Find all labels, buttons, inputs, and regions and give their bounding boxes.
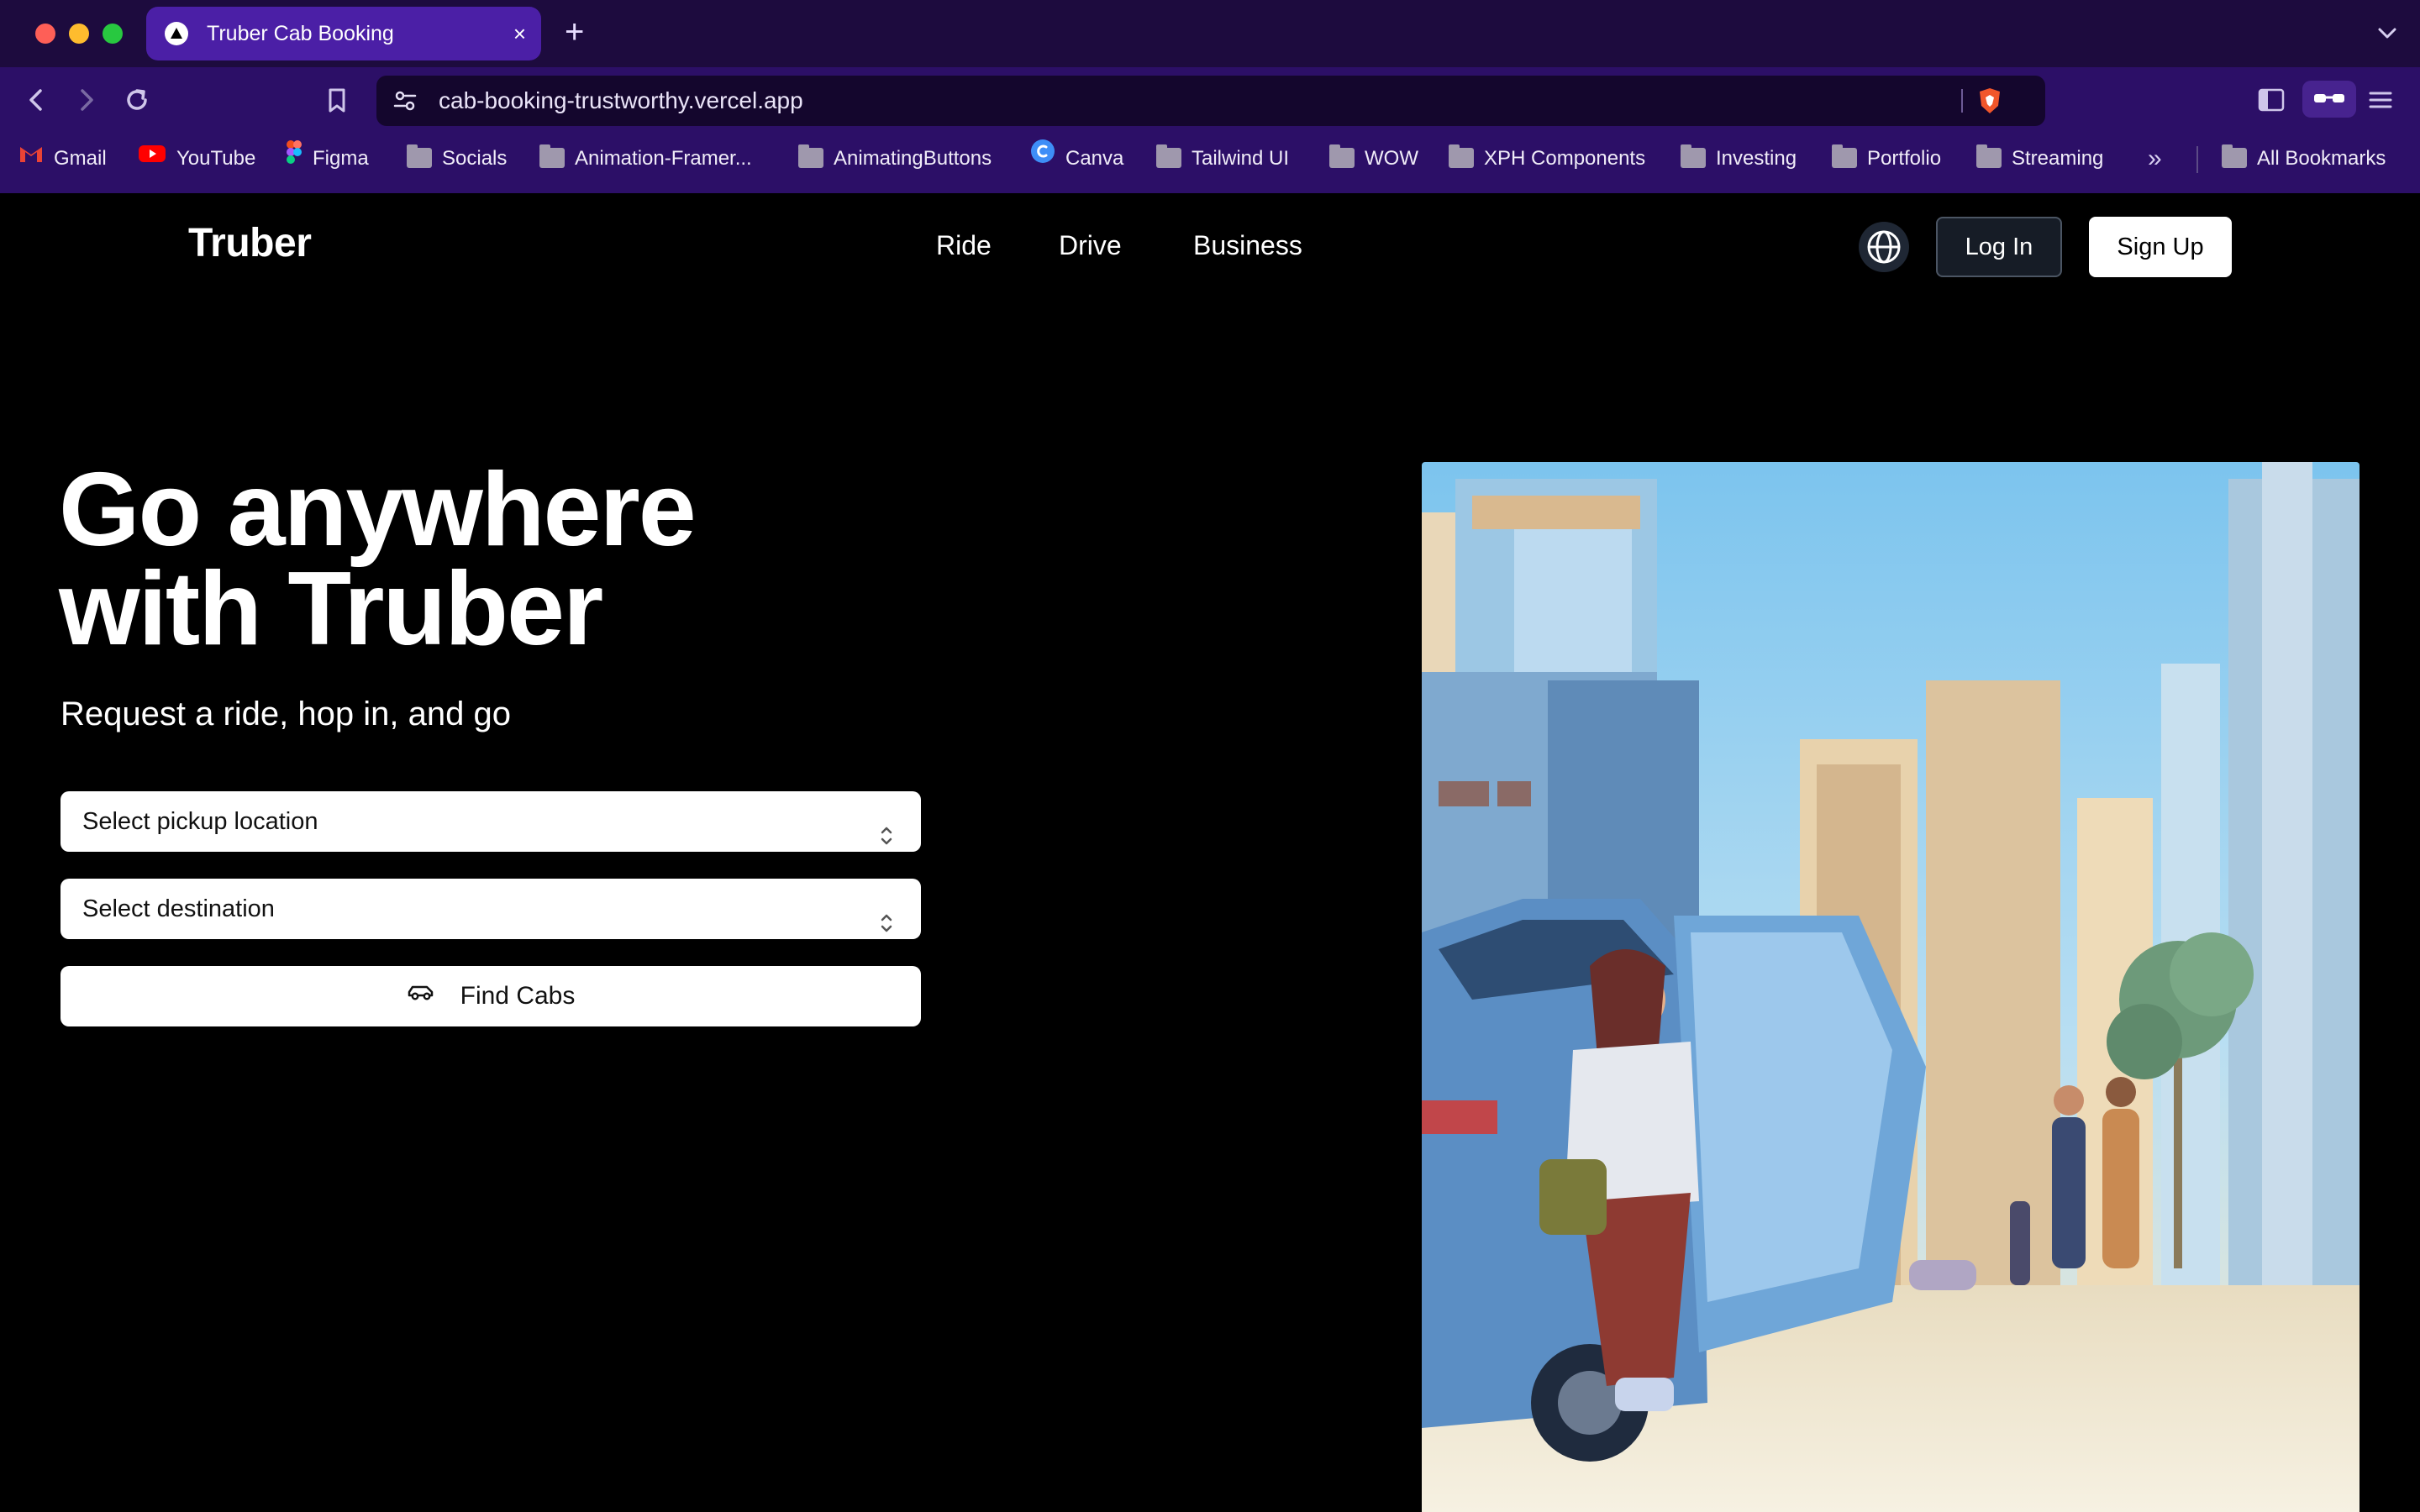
folder-icon [1329, 144, 1355, 168]
bookmarks-overflow-icon[interactable]: » [2148, 133, 2162, 185]
new-tab-button[interactable]: + [565, 13, 584, 50]
brave-shield-icon[interactable] [1975, 86, 2005, 120]
car-icon [407, 964, 435, 1025]
tab-close-icon[interactable]: × [513, 7, 526, 60]
chevron-up-down-icon [877, 897, 896, 958]
reader-mode-icon[interactable] [2302, 81, 2356, 118]
nav-ride[interactable]: Ride [936, 230, 992, 261]
bookmark-icon[interactable] [321, 84, 353, 116]
minimize-window-button[interactable] [69, 24, 89, 44]
destination-placeholder: Select destination [82, 895, 275, 922]
bookmark-figma[interactable]: Figma [286, 133, 369, 185]
bookmark-gmail[interactable]: Gmail [18, 133, 107, 185]
reload-icon[interactable] [121, 84, 153, 116]
find-cabs-label: Find Cabs [460, 982, 576, 1010]
bookmark-folder-animation-framer[interactable]: Animation-Framer... [539, 133, 752, 185]
tab-title: Truber Cab Booking [207, 22, 394, 45]
bookmark-canva[interactable]: Canva [1030, 133, 1123, 185]
folder-icon [1681, 144, 1706, 168]
close-window-button[interactable] [35, 24, 55, 44]
hamburger-menu-icon[interactable] [2366, 86, 2395, 118]
back-arrow-icon[interactable] [20, 84, 52, 116]
maximize-window-button[interactable] [103, 24, 123, 44]
signup-button[interactable]: Sign Up [2089, 217, 2232, 277]
canva-icon [1030, 132, 1055, 184]
bookmark-folder-tailwind-ui[interactable]: Tailwind UI [1156, 133, 1289, 185]
bookmark-youtube[interactable]: YouTube [138, 133, 255, 185]
find-cabs-button[interactable]: Find Cabs [60, 966, 921, 1026]
pickup-placeholder: Select pickup location [82, 808, 318, 835]
hero-illustration [1422, 462, 2360, 1512]
hero-title-line2: with Truber [59, 551, 603, 667]
youtube-icon [138, 132, 166, 184]
browser-toolbar: cab-booking-trustworthy.vercel.app [0, 67, 2420, 133]
globe-icon [1867, 230, 1901, 264]
bookmark-folder-portfolio[interactable]: Portfolio [1832, 133, 1941, 185]
folder-icon [539, 144, 565, 168]
language-button[interactable] [1859, 222, 1909, 272]
pickup-location-select[interactable]: Select pickup location [60, 791, 921, 852]
bookmark-all-bookmarks[interactable]: All Bookmarks [2222, 133, 2386, 185]
folder-icon [1976, 144, 2002, 168]
bookmarks-divider [2196, 146, 2198, 173]
url-divider [1961, 89, 1963, 113]
folder-icon [1449, 144, 1474, 168]
page: Truber Ride Drive Business Log In Sign U… [0, 193, 2420, 1512]
folder-icon [798, 144, 823, 168]
hero-title: Go anywhere with Truber [59, 458, 983, 661]
truber-logo[interactable]: Truber [188, 220, 312, 266]
folder-icon [2222, 144, 2247, 168]
site-settings-icon[interactable] [392, 87, 418, 118]
forward-arrow-icon[interactable] [71, 84, 103, 116]
address-bar[interactable]: cab-booking-trustworthy.vercel.app [376, 76, 2045, 126]
gmail-icon [18, 132, 44, 184]
url-text[interactable]: cab-booking-trustworthy.vercel.app [439, 76, 803, 126]
folder-icon [1156, 144, 1181, 168]
hero-subtitle: Request a ride, hop in, and go [60, 696, 511, 732]
chevron-up-down-icon [877, 810, 896, 870]
bookmark-folder-xph-components[interactable]: XPH Components [1449, 133, 1645, 185]
bookmark-folder-animating-buttons[interactable]: AnimatingButtons [798, 133, 992, 185]
nav-business[interactable]: Business [1193, 230, 1302, 261]
browser-tab-bar: Truber Cab Booking × + [0, 0, 2420, 67]
bookmark-folder-wow[interactable]: WOW [1329, 133, 1418, 185]
bookmark-folder-socials[interactable]: Socials [407, 133, 507, 185]
destination-select[interactable]: Select destination [60, 879, 921, 939]
nav-drive[interactable]: Drive [1059, 230, 1122, 261]
browser-tab-active[interactable]: Truber Cab Booking × [146, 7, 541, 60]
figma-icon [286, 132, 302, 184]
sidebar-toggle-icon[interactable] [2257, 86, 2286, 118]
bookmarks-bar: Gmail YouTube Figma Socials Animation-Fr… [0, 133, 2420, 193]
tab-list-chevron-icon[interactable] [2376, 22, 2398, 48]
folder-icon [1832, 144, 1857, 168]
folder-icon [407, 144, 432, 168]
bookmark-folder-investing[interactable]: Investing [1681, 133, 1797, 185]
bookmark-folder-streaming[interactable]: Streaming [1976, 133, 2103, 185]
login-button[interactable]: Log In [1936, 217, 2062, 277]
vercel-favicon-icon [165, 22, 188, 45]
